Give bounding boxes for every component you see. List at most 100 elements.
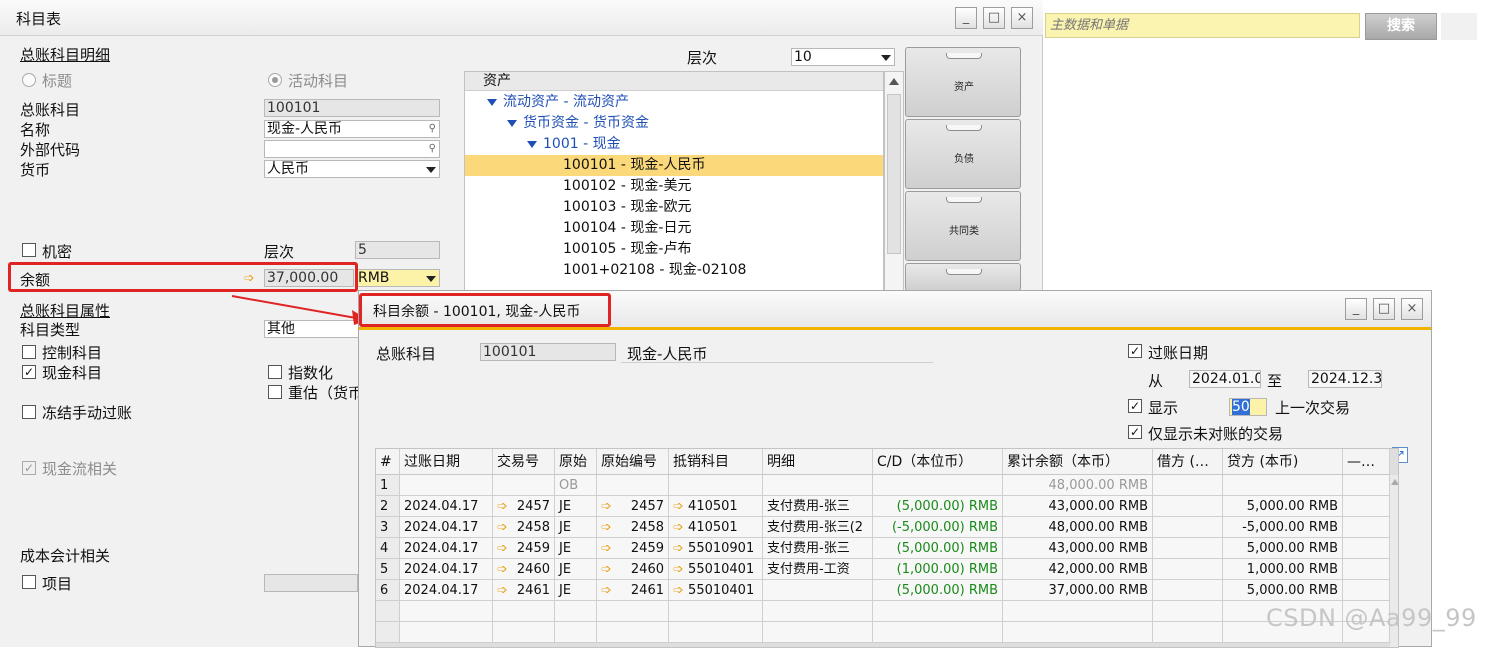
unreconciled-only-checkbox[interactable]: ✓	[1128, 425, 1142, 439]
yellow-right-arrow-icon[interactable]: ➩	[673, 583, 684, 598]
table-row[interactable]: 1 OB 48,000.00 RMB	[376, 475, 1390, 496]
cell-orig-no[interactable]: ➩ 2460	[597, 559, 669, 580]
tree-node[interactable]: 1001+02108 - 现金-02108	[465, 260, 883, 281]
yellow-right-arrow-icon[interactable]: ➩	[673, 499, 684, 514]
tree-node[interactable]: 100105 - 现金-卢布	[465, 239, 883, 260]
table-row[interactable]: 4 2024.04.17 ➩ 2459 JE ➩ 2459 ➩ 55010901 支…	[376, 538, 1390, 559]
tree-node[interactable]: 流动资产 - 流动资产	[465, 92, 883, 113]
control-account-checkbox[interactable]	[22, 345, 36, 359]
col-header[interactable]: 借方 (…	[1153, 449, 1223, 475]
project-checkbox[interactable]	[22, 575, 36, 589]
drawer-assets[interactable]: 资产	[905, 47, 1021, 117]
maximize-button[interactable]: □	[983, 7, 1005, 29]
col-header[interactable]: 交易号	[493, 449, 555, 475]
minimize-button[interactable]: _	[955, 7, 977, 29]
col-header[interactable]: 原始	[555, 449, 597, 475]
cell-orig-no[interactable]: ➩ 2459	[597, 538, 669, 559]
tree-node[interactable]: 1001 - 现金	[465, 134, 883, 155]
radio-title[interactable]	[22, 73, 36, 87]
radio-active-account[interactable]	[268, 73, 282, 87]
tree-node[interactable]: 货币资金 - 货币资金	[465, 113, 883, 134]
yellow-right-arrow-icon[interactable]: ➩	[673, 562, 684, 577]
yellow-right-arrow-icon[interactable]: ➩	[673, 541, 684, 556]
yellow-right-arrow-icon[interactable]: ➩	[601, 580, 612, 600]
yellow-right-arrow-icon[interactable]: ➩	[601, 517, 612, 537]
search-input[interactable]	[1045, 13, 1360, 38]
cell-tx[interactable]: ➩ 2457	[493, 496, 555, 517]
to-date-field[interactable]: 2024.12.31	[1308, 370, 1382, 388]
scroll-up-icon[interactable]	[1391, 479, 1398, 485]
scroll-up-icon[interactable]	[889, 78, 899, 85]
maximize-button[interactable]: □	[1373, 298, 1395, 320]
tree-node[interactable]: 100103 - 现金-欧元	[465, 197, 883, 218]
tree-node[interactable]: 100102 - 现金-美元	[465, 176, 883, 197]
currency-dropdown[interactable]: 人民币	[264, 160, 440, 178]
cell-offset[interactable]: ➩ 410501	[669, 496, 763, 517]
name-field[interactable]: 现金-人民币 ⚲	[264, 120, 440, 138]
yellow-right-arrow-icon[interactable]: ➩	[497, 517, 508, 537]
cell-offset[interactable]: ➩ 55010901	[669, 538, 763, 559]
posting-date-checkbox[interactable]: ✓	[1128, 344, 1142, 358]
search-button[interactable]: 搜索	[1365, 13, 1437, 40]
tree-node-selected[interactable]: 100101 - 现金-人民币	[465, 155, 883, 176]
minimize-button[interactable]: _	[1345, 298, 1367, 320]
close-button[interactable]: ×	[1011, 7, 1033, 29]
col-header[interactable]: 累计余额（本币）	[1003, 449, 1153, 475]
table-row[interactable]: 3 2024.04.17 ➩ 2458 JE ➩ 2458 ➩ 410501 支付费…	[376, 517, 1390, 538]
display-count-field[interactable]: 50	[1229, 398, 1267, 416]
display-checkbox[interactable]: ✓	[1128, 399, 1142, 413]
yellow-right-arrow-icon[interactable]: ➩	[601, 538, 612, 558]
close-button[interactable]: ×	[1401, 298, 1423, 320]
cell-tx[interactable]: ➩ 2459	[493, 538, 555, 559]
yellow-right-arrow-icon[interactable]: ➩	[673, 520, 684, 535]
cash-account-checkbox[interactable]: ✓	[22, 365, 36, 379]
drawer-liabilities[interactable]: 负债	[905, 119, 1021, 189]
external-code-field[interactable]: ⚲	[264, 140, 440, 158]
drawer-common[interactable]: 共同类	[905, 191, 1021, 261]
cell-offset[interactable]: ➩ 410501	[669, 517, 763, 538]
cell-tx[interactable]: ➩ 2458	[493, 517, 555, 538]
table-row[interactable]: 5 2024.04.17 ➩ 2460 JE ➩ 2460 ➩ 55010401 支…	[376, 559, 1390, 580]
search-options[interactable]	[1441, 13, 1477, 40]
col-header[interactable]: 过账日期	[400, 449, 493, 475]
col-header[interactable]: 抵销科目	[669, 449, 763, 475]
cell-orig-no[interactable]: ➩ 2457	[597, 496, 669, 517]
expand-triangle-icon[interactable]	[487, 98, 497, 106]
cell-orig-no[interactable]: ➩ 2458	[597, 517, 669, 538]
col-header[interactable]: 明细	[763, 449, 873, 475]
drawer-next[interactable]	[905, 263, 1021, 291]
cell-offset[interactable]: ➩ 55010401	[669, 559, 763, 580]
scroll-thumb[interactable]	[887, 94, 901, 254]
col-header[interactable]: #	[376, 449, 400, 475]
yellow-right-arrow-icon[interactable]: ➩	[497, 496, 508, 516]
tree-scrollbar[interactable]	[884, 71, 904, 291]
balance-currency-dropdown[interactable]: RMB	[355, 269, 440, 287]
col-header[interactable]: 贷方 (本币)	[1223, 449, 1343, 475]
col-header[interactable]: C/D（本位币）	[873, 449, 1003, 475]
cash-flow-checkbox[interactable]: ✓	[22, 461, 36, 475]
cell-tx[interactable]: ➩ 2461	[493, 580, 555, 601]
col-header[interactable]: —…	[1343, 449, 1390, 475]
col-header[interactable]: 原始编号	[597, 449, 669, 475]
cell-orig-no[interactable]: ➩ 2461	[597, 580, 669, 601]
table-row[interactable]: 2 2024.04.17 ➩ 2457 JE ➩ 2457 ➩ 410501 支付费…	[376, 496, 1390, 517]
table-row[interactable]: 6 2024.04.17 ➩ 2461 JE ➩ 2461 ➩ 55010401 (…	[376, 580, 1390, 601]
indexed-checkbox[interactable]	[268, 365, 282, 379]
expand-triangle-icon[interactable]	[507, 119, 517, 127]
tree-node[interactable]: 100104 - 现金-日元	[465, 218, 883, 239]
expand-triangle-icon[interactable]	[527, 140, 537, 148]
yellow-right-arrow-icon[interactable]: ➩	[497, 559, 508, 579]
revalue-checkbox[interactable]	[268, 385, 282, 399]
confidential-checkbox[interactable]	[22, 243, 36, 257]
from-date-field[interactable]: 2024.01.01	[1189, 370, 1261, 388]
cell-offset[interactable]: ➩ 55010401	[669, 580, 763, 601]
block-manual-posting-checkbox[interactable]	[22, 405, 36, 419]
yellow-right-arrow-icon[interactable]: ➩	[497, 580, 508, 600]
cell-tx[interactable]: ➩ 2460	[493, 559, 555, 580]
cell-date: 2024.04.17	[400, 559, 493, 580]
yellow-right-arrow-icon[interactable]: ➩	[601, 496, 612, 516]
yellow-right-arrow-icon[interactable]: ➩	[601, 559, 612, 579]
tree-level-dropdown[interactable]: 10	[791, 48, 895, 66]
yellow-right-arrow-icon[interactable]: ➩	[497, 538, 508, 558]
account-tree[interactable]: 资产 流动资产 - 流动资产 货币资金 - 货币资金 1001 - 现金 100…	[464, 71, 884, 291]
